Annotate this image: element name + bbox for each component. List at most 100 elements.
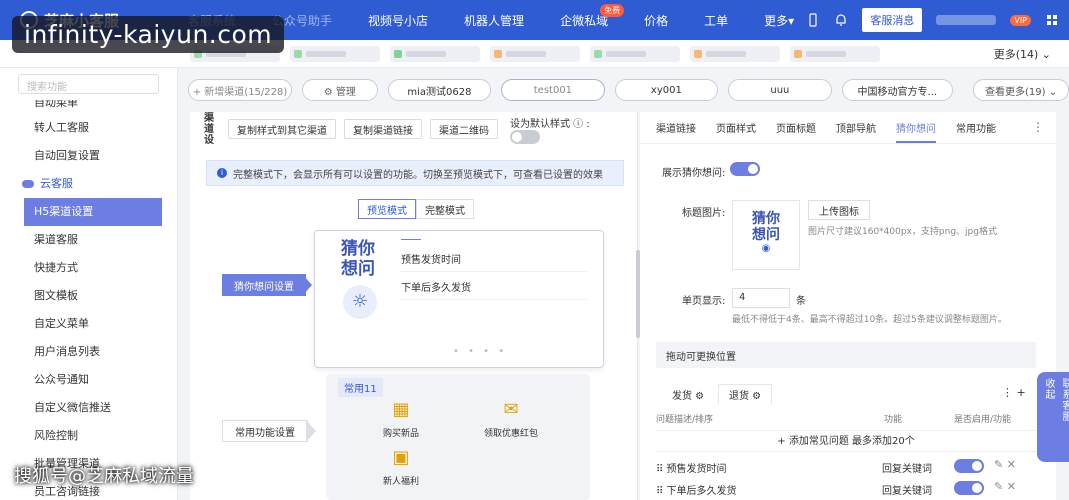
- full-mode-button[interactable]: 完整模式: [416, 199, 474, 219]
- sidebar-item-custom-menu[interactable]: 自定义菜单: [0, 310, 177, 338]
- sidebar-search-input[interactable]: 搜索功能: [18, 74, 159, 94]
- default-style-toggle[interactable]: [510, 129, 540, 144]
- guess-question[interactable]: 下单后多久发货: [401, 279, 471, 294]
- view-more-channels-button[interactable]: 查看更多(19) ⌄: [973, 79, 1069, 101]
- more-icon[interactable]: ⋮: [1032, 120, 1044, 134]
- title-image-preview[interactable]: 猜你 想问 ◉: [732, 200, 800, 270]
- col-header-question: 问题描述/排序: [656, 415, 714, 425]
- bell-icon[interactable]: [834, 13, 848, 27]
- tab-page-style[interactable]: 页面样式: [716, 120, 756, 135]
- open-tab[interactable]: [390, 45, 480, 62]
- qr-code-button[interactable]: 渠道二维码: [430, 119, 498, 139]
- sidebar-item-wechat-push[interactable]: 自定义微信推送: [0, 394, 177, 422]
- sidebar-item-transfer-human[interactable]: 转人工客服: [0, 114, 177, 142]
- open-tab[interactable]: [490, 45, 580, 62]
- guess-question[interactable]: 预售发货时间: [401, 251, 461, 266]
- preview-mode-button[interactable]: 预览模式: [358, 199, 416, 219]
- copy-link-button[interactable]: 复制渠道链接: [344, 119, 422, 139]
- question-function: 回复关键词: [882, 486, 932, 497]
- sidebar-item-risk[interactable]: 风险控制: [0, 422, 177, 450]
- user-name[interactable]: [936, 15, 997, 25]
- nav-item-ticket[interactable]: 工单: [686, 12, 746, 29]
- nav-item-robot[interactable]: 机器人管理: [446, 12, 542, 29]
- add-channel-button[interactable]: + 新增渠道(15/228): [188, 79, 292, 101]
- question-function: 回复关键词: [882, 464, 932, 475]
- more-tabs-button[interactable]: 更多(14) ⌄: [994, 46, 1051, 62]
- contact-cs-label[interactable]: 联系客服: [1058, 378, 1069, 456]
- sidebar-item-h5-channel[interactable]: H5渠道设置: [24, 198, 162, 226]
- edit-delete-icons[interactable]: ✎ ✕: [994, 458, 1016, 471]
- tab-top-nav[interactable]: 顶部导航: [836, 120, 876, 135]
- question-enable-toggle[interactable]: [954, 459, 984, 473]
- sub-tab-shipping[interactable]: 发货 ⚙: [662, 384, 714, 404]
- question-name: ⠿ 预售发货时间: [656, 464, 727, 475]
- contact-cs-float[interactable]: 收起 联系客服: [1037, 372, 1069, 462]
- sidebar-item-oa-notify[interactable]: 公众号通知: [0, 366, 177, 394]
- label-arrow: [302, 274, 312, 296]
- manage-button[interactable]: ⚙ 管理: [302, 79, 378, 101]
- tab-guess[interactable]: 猜你想问: [896, 120, 936, 143]
- channel-pill[interactable]: uuu: [728, 79, 832, 101]
- open-tab[interactable]: [590, 45, 680, 62]
- info-text: 完整模式下，会显示所有可以设置的功能。切换至预览模式下，可查看已设置的效果: [233, 169, 603, 181]
- tab-common-functions[interactable]: 常用功能: [956, 120, 996, 135]
- upload-icon-button[interactable]: 上传图标: [808, 200, 870, 220]
- cs-message-button[interactable]: 客服消息: [862, 8, 923, 32]
- channel-pill-row: + 新增渠道(15/228) ⚙ 管理 mia测试0628 test001 xy…: [178, 68, 1069, 112]
- func-coupon[interactable]: ✉ 领取优惠红包: [466, 398, 556, 439]
- nav-item-more[interactable]: 更多▾: [746, 12, 812, 29]
- eye-icon: ◉: [761, 243, 771, 254]
- guess-title: 猜你想问: [341, 239, 375, 279]
- sidebar-group-cloud-cs[interactable]: 云客服: [0, 170, 177, 198]
- show-guess-toggle[interactable]: [730, 162, 760, 176]
- preview-panel: 渠道设 复制样式到其它渠道 复制渠道链接 渠道二维码 设为默认样式 ⓘ : i …: [190, 112, 638, 500]
- preview-toolbar: 渠道设 复制样式到其它渠道 复制渠道链接 渠道二维码 设为默认样式 ⓘ :: [190, 112, 638, 146]
- func-label: 新人福利: [382, 477, 419, 487]
- nav-item-video-shop[interactable]: 视频号小店: [350, 12, 446, 29]
- open-tab[interactable]: [690, 45, 780, 62]
- sidebar-item-auto-menu[interactable]: 自动菜单: [0, 100, 177, 114]
- common-settings-label[interactable]: 常用功能设置: [222, 420, 308, 442]
- grid-icon[interactable]: [1045, 13, 1059, 27]
- sidebar-item-shortcut[interactable]: 快捷方式: [0, 254, 177, 282]
- qrcode-icon: ▦: [392, 399, 410, 420]
- sidebar-item-auto-reply[interactable]: 自动回复设置: [0, 142, 177, 170]
- edit-delete-icons[interactable]: ✎ ✕: [994, 480, 1016, 493]
- guess-settings-label[interactable]: 猜你想问设置: [222, 274, 306, 296]
- open-tab[interactable]: [790, 45, 880, 62]
- nav-item-price[interactable]: 价格: [626, 12, 686, 29]
- sidebar-item-user-messages[interactable]: 用户消息列表: [0, 338, 177, 366]
- sidebar-item-channel-cs[interactable]: 渠道客服: [0, 226, 177, 254]
- per-page-input[interactable]: 4: [732, 288, 790, 308]
- per-page-label: 单页显示:: [682, 296, 726, 307]
- tab-page-title[interactable]: 页面标题: [776, 120, 816, 135]
- nav-item-wecom[interactable]: 企微私域 免费: [542, 3, 626, 29]
- channel-pill[interactable]: test001: [501, 79, 605, 101]
- func-buy-new[interactable]: ▦ 购买新品: [356, 398, 446, 439]
- channel-pill[interactable]: mia测试0628: [387, 79, 492, 101]
- collapse-label[interactable]: 收起: [1041, 378, 1056, 456]
- info-icon: i: [217, 168, 227, 178]
- func-label: 购买新品: [382, 429, 419, 439]
- watermark-bottom: 搜狐号@芝麻私域流量: [14, 466, 194, 487]
- open-tab[interactable]: [290, 45, 380, 62]
- func-label: 领取优惠红包: [483, 429, 538, 439]
- add-question-button[interactable]: + 添加常见问题 最多添加20个: [656, 430, 1036, 452]
- carousel-dots: • • • •: [453, 346, 508, 357]
- mode-switch: 预览模式 完整模式: [358, 199, 474, 219]
- sub-tab-more-icon[interactable]: ⋮ +: [1002, 386, 1026, 399]
- guess-preview-card[interactable]: 猜你想问 ☼ 预售发货时间 下单后多久发货 • • • •: [314, 230, 604, 368]
- question-enable-toggle[interactable]: [954, 481, 984, 495]
- func-newcomer[interactable]: ▣ 新人福利: [356, 446, 446, 487]
- sidebar-item-template[interactable]: 图文模板: [0, 282, 177, 310]
- channel-pill[interactable]: xy001: [614, 79, 719, 101]
- question-name: ⠿ 下单后多久发货: [656, 486, 737, 497]
- phone-icon[interactable]: [806, 13, 820, 27]
- question-row[interactable]: ⠿ 预售发货时间 回复关键词 ✎ ✕: [656, 456, 1036, 478]
- col-header-enabled: 是否启用/功能: [954, 415, 1012, 425]
- question-row[interactable]: ⠿ 下单后多久发货 回复关键词 ✎ ✕: [656, 478, 1036, 500]
- sub-tab-return[interactable]: 退货 ⚙: [718, 384, 773, 404]
- tab-channel-link[interactable]: 渠道链接: [656, 120, 696, 135]
- copy-style-button[interactable]: 复制样式到其它渠道: [228, 119, 336, 139]
- channel-pill[interactable]: 中国移动官方专...: [841, 79, 954, 101]
